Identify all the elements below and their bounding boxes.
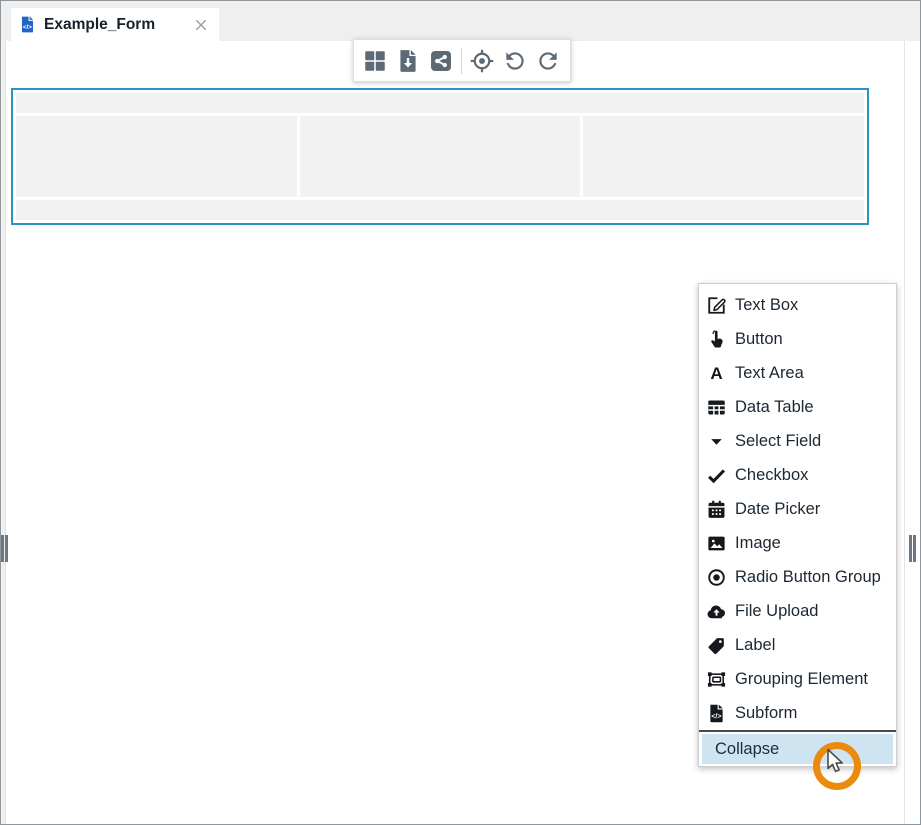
target-icon xyxy=(469,48,495,74)
date-picker-icon xyxy=(706,499,727,520)
palette-item-label[interactable]: Label xyxy=(699,628,896,662)
svg-text:</>: </> xyxy=(23,24,32,31)
select-field-icon xyxy=(706,431,727,452)
canvas-column-placeholder-3[interactable] xyxy=(583,116,864,197)
checkbox-icon xyxy=(706,465,727,486)
tab-example-form[interactable]: </> Example_Form xyxy=(11,8,219,41)
right-splitter-handle[interactable] xyxy=(909,535,917,562)
palette-item-checkbox[interactable]: Checkbox xyxy=(699,458,896,492)
tab-title: Example_Form xyxy=(44,16,193,34)
form-canvas-selected[interactable] xyxy=(11,88,869,225)
share-form-button[interactable] xyxy=(428,48,454,74)
palette-item-label: Grouping Element xyxy=(735,670,868,689)
palette-item-label: Radio Button Group xyxy=(735,568,881,587)
canvas-toolbar xyxy=(353,39,571,82)
text-box-icon xyxy=(706,295,727,316)
file-download-icon xyxy=(395,48,421,74)
image-icon xyxy=(706,533,727,554)
grouping-icon xyxy=(706,669,727,690)
left-panel-gutter xyxy=(1,41,6,825)
left-splitter-handle[interactable] xyxy=(1,535,9,562)
palette-item-grouping-element[interactable]: Grouping Element xyxy=(699,662,896,696)
image-icon xyxy=(706,533,727,554)
canvas-bottom-bar-placeholder[interactable] xyxy=(16,200,864,220)
text-area-icon: A xyxy=(706,363,727,384)
grid-icon xyxy=(362,48,388,74)
palette-item-label: Text Box xyxy=(735,296,798,315)
data-table-icon xyxy=(706,397,727,418)
select-field-icon xyxy=(706,431,727,452)
checkbox-icon xyxy=(706,465,727,486)
palette-item-file-upload[interactable]: File Upload xyxy=(699,594,896,628)
palette-item-select-field[interactable]: Select Field xyxy=(699,424,896,458)
text-area-icon: A xyxy=(706,363,727,384)
hand-pointer-icon xyxy=(706,329,727,350)
file-upload-icon xyxy=(706,601,727,622)
label-icon xyxy=(706,635,727,656)
canvas-top-bar-placeholder[interactable] xyxy=(16,93,864,113)
text-box-icon xyxy=(706,295,727,316)
radio-icon xyxy=(706,567,727,588)
radio-icon xyxy=(706,567,727,588)
hand-pointer-icon xyxy=(706,329,727,350)
grouping-icon xyxy=(706,669,727,690)
toolbar-divider xyxy=(461,48,462,74)
palette-item-label: Data Table xyxy=(735,398,814,417)
palette-item-collapse[interactable]: Collapse xyxy=(702,734,893,764)
data-table-icon xyxy=(706,397,727,418)
undo-button[interactable] xyxy=(502,48,528,74)
palette-item-text-box[interactable]: Text Box xyxy=(699,288,896,322)
components-grid-button[interactable] xyxy=(362,48,388,74)
component-palette-menu: Text Box Button A Text Area Data Table Select… xyxy=(698,283,897,767)
canvas-columns-row xyxy=(16,116,864,197)
redo-icon xyxy=(535,48,561,74)
palette-item-image[interactable]: Image xyxy=(699,526,896,560)
palette-item-button[interactable]: Button xyxy=(699,322,896,356)
tab-bar: </> Example_Form xyxy=(1,1,920,41)
redo-button[interactable] xyxy=(535,48,561,74)
palette-item-label: Date Picker xyxy=(735,500,820,519)
canvas-column-placeholder-1[interactable] xyxy=(16,116,297,197)
file-code-icon: </> xyxy=(706,703,727,724)
palette-item-text-area[interactable]: A Text Area xyxy=(699,356,896,390)
share-icon xyxy=(428,48,454,74)
palette-item-label: Text Area xyxy=(735,364,804,383)
palette-item-data-table[interactable]: Data Table xyxy=(699,390,896,424)
palette-item-label: Subform xyxy=(735,704,797,723)
palette-item-subform[interactable]: </> Subform xyxy=(699,696,896,730)
palette-item-label: Checkbox xyxy=(735,466,808,485)
palette-separator xyxy=(699,730,896,732)
palette-item-label: Collapse xyxy=(715,740,779,759)
palette-item-label: Image xyxy=(735,534,781,553)
file-code-icon: </> xyxy=(706,703,727,724)
canvas-column-placeholder-2[interactable] xyxy=(300,116,581,197)
file-upload-icon xyxy=(706,601,727,622)
palette-item-label: File Upload xyxy=(735,602,818,621)
date-picker-icon xyxy=(706,499,727,520)
palette-item-radio-button-group[interactable]: Radio Button Group xyxy=(699,560,896,594)
svg-text:</>: </> xyxy=(711,713,721,720)
file-code-icon: </> xyxy=(18,14,37,35)
close-icon[interactable] xyxy=(193,17,209,33)
palette-item-label: Button xyxy=(735,330,783,349)
form-builder-window: </> Example_Form Text Box Button A Text Are… xyxy=(0,0,921,825)
right-panel-divider xyxy=(904,41,905,825)
focus-target-button[interactable] xyxy=(469,48,495,74)
export-form-button[interactable] xyxy=(395,48,421,74)
undo-icon xyxy=(502,48,528,74)
palette-item-label: Select Field xyxy=(735,432,821,451)
palette-item-label: Label xyxy=(735,636,775,655)
palette-item-date-picker[interactable]: Date Picker xyxy=(699,492,896,526)
label-icon xyxy=(706,635,727,656)
svg-text:A: A xyxy=(710,364,722,383)
